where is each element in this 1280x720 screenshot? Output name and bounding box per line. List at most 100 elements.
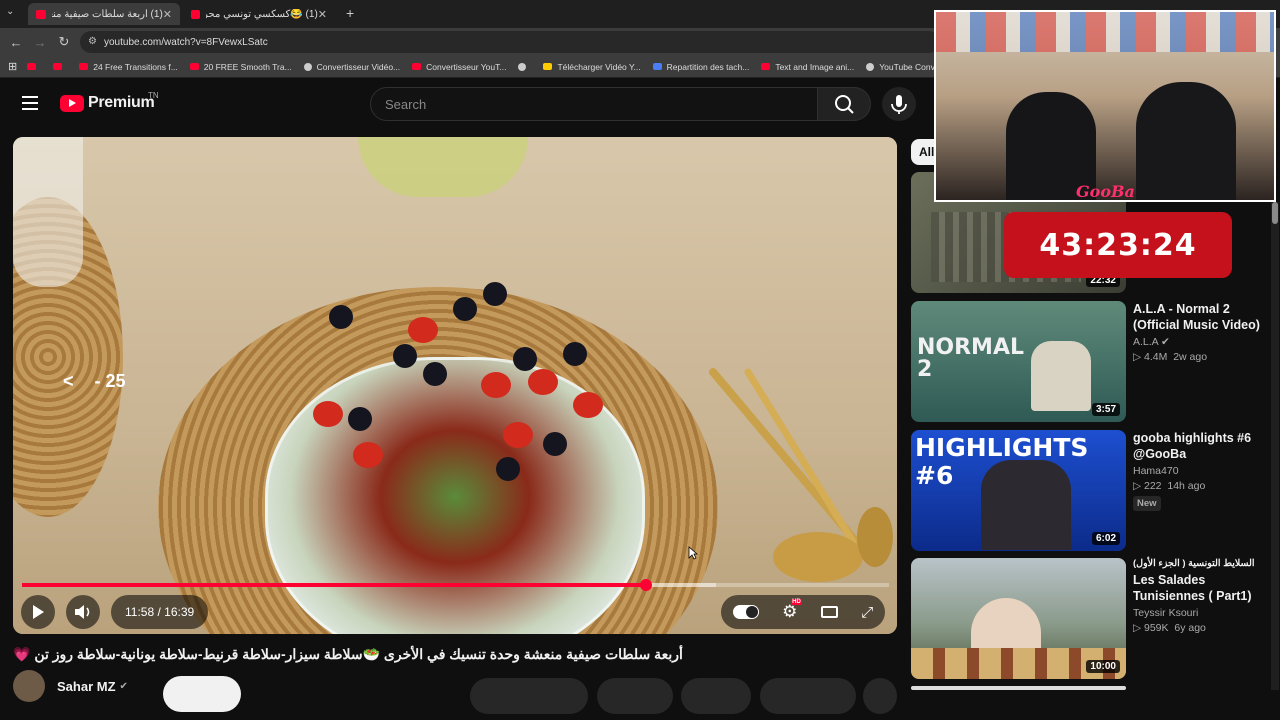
autoplay-toggle-icon[interactable]: [732, 605, 759, 619]
sidebar-scrollbar[interactable]: [1271, 202, 1279, 690]
new-badge: New: [1133, 496, 1161, 511]
time-display: 11:58 / 16:39: [111, 595, 209, 629]
volume-icon: [75, 605, 90, 619]
bookmark-item[interactable]: Télécharger Vidéo Y...: [543, 61, 641, 72]
bookmark-item[interactable]: Convertisseur YouT...: [412, 62, 506, 72]
recommendation-channel[interactable]: A.L.A ✔: [1133, 336, 1269, 348]
youtube-icon: [79, 63, 89, 70]
olive: [543, 432, 567, 456]
search-input[interactable]: Search: [370, 87, 818, 121]
reload-icon[interactable]: ↻: [52, 34, 76, 50]
forward-arrow-icon[interactable]: →: [28, 35, 52, 50]
youtube-premium-logo[interactable]: Premium TN: [60, 91, 159, 112]
tab-inactive[interactable]: (1) 😂كسكسي تونسي محرحر بالـ ✕: [183, 3, 335, 25]
scrollbar-thumb[interactable]: [1272, 202, 1278, 224]
video-thumbnail[interactable]: HIGHLIGHTS #6 6:02: [911, 430, 1126, 551]
bookmark-item[interactable]: [518, 62, 531, 71]
tab-title: (1) أربعة سلطات صيفية منعشة: [52, 8, 163, 20]
youtube-favicon-icon: [36, 9, 47, 19]
youtube-header: Premium TN Search: [0, 78, 920, 134]
olive: [513, 347, 537, 371]
olive: [393, 344, 417, 368]
view-count: 222: [1144, 480, 1162, 492]
bookmark-item[interactable]: 20 FREE Smooth Tra...: [189, 61, 292, 72]
globe-icon: [303, 62, 312, 71]
olive: [496, 457, 520, 481]
logo-text: Premium: [88, 94, 155, 111]
bookmark-youtube[interactable]: [53, 63, 67, 70]
duration-badge: 3:57: [1091, 403, 1120, 416]
artist-figure: [1031, 341, 1091, 411]
fullscreen-icon[interactable]: ⤢: [861, 604, 873, 621]
share-button[interactable]: [597, 678, 673, 714]
recommendation-item[interactable]: 10:00 السلايط التونسية ( الجزء الأول) Le…: [911, 558, 1271, 680]
video-thumbnail[interactable]: 10:00: [911, 558, 1126, 679]
played-bar: [22, 583, 647, 587]
theater-mode-icon[interactable]: [820, 606, 838, 618]
country-code: TN: [148, 91, 159, 100]
more-actions-button[interactable]: [863, 678, 897, 714]
bookmark-item[interactable]: Convertisseur Vidéo...: [303, 62, 400, 72]
tomato: [573, 392, 603, 418]
channel-label: A.L.A: [1133, 336, 1159, 348]
bookmark-item[interactable]: Repartition des tach...: [652, 61, 750, 72]
channel-avatar[interactable]: [13, 670, 45, 702]
volume-button[interactable]: [66, 595, 100, 629]
recommendation-channel[interactable]: Hama470: [1133, 465, 1269, 477]
settings-gear-icon[interactable]: ⚙ HD: [782, 599, 802, 622]
play-button[interactable]: [21, 595, 55, 629]
recommendation-title[interactable]: gooba highlights #6 @GooBa: [1133, 430, 1269, 462]
youtube-icon: [27, 63, 37, 70]
site-info-icon[interactable]: ⚙: [88, 36, 97, 47]
recommendation-title[interactable]: Les Salades Tunisiennes ( Part1): [1133, 572, 1269, 604]
bookmark-item[interactable]: Text and Image ani...: [761, 62, 854, 72]
tab-active[interactable]: (1) أربعة سلطات صيفية منعشة ✕: [28, 3, 180, 25]
video-thumbnail[interactable]: NORMAL 2 3:57: [911, 301, 1126, 422]
bookmark-label: Repartition des tach...: [666, 61, 750, 72]
view-count: 4.4M: [1144, 351, 1168, 363]
tab-search-icon[interactable]: ⌄: [6, 6, 14, 17]
close-icon[interactable]: ✕: [163, 8, 172, 21]
thumbnail-title-text: NORMAL 2: [917, 335, 1024, 382]
bookmark-label: 20 FREE Smooth Tra...: [203, 61, 292, 72]
microphone-icon: [891, 95, 907, 114]
back-arrow-icon[interactable]: ←: [4, 35, 28, 50]
channel-name[interactable]: Sahar MZ: [57, 679, 116, 694]
like-dislike-button[interactable]: [470, 678, 588, 714]
save-button[interactable]: [681, 678, 751, 714]
progress-bar[interactable]: [22, 579, 889, 591]
room-flags: [936, 12, 1274, 52]
recommendation-title[interactable]: A.L.A - Normal 2 (Official Music Video): [1133, 301, 1269, 333]
recommendation-channel[interactable]: Teyssir Ksouri: [1133, 607, 1269, 619]
stream-timer: 43:23:24: [1004, 212, 1232, 278]
bookmark-label: 24 Free Transitions f...: [93, 61, 178, 72]
duration-badge: 6:02: [1091, 532, 1120, 545]
video-player[interactable]: < - 25 11:58 / 16:39 ⚙ HD ⤢: [13, 137, 897, 634]
olive: [453, 297, 477, 321]
bookmark-label: Télécharger Vidéo Y...: [557, 61, 641, 72]
verified-icon: ✔: [1161, 336, 1170, 348]
new-tab-button[interactable]: +: [346, 5, 354, 21]
bookmark-youtube[interactable]: [27, 63, 41, 70]
url-field[interactable]: ⚙ youtube.com/watch?v=8FVewxLSatc: [80, 31, 940, 53]
recommendation-item[interactable]: NORMAL 2 3:57 A.L.A - Normal 2 (Official…: [911, 301, 1271, 423]
upload-age: 14h ago: [1167, 480, 1206, 492]
subscribe-button[interactable]: [163, 676, 241, 712]
olive: [483, 282, 507, 306]
menu-hamburger-icon[interactable]: [22, 96, 38, 110]
voice-search-button[interactable]: [882, 87, 916, 121]
apps-grid-icon[interactable]: ⊞: [8, 60, 17, 73]
search-button[interactable]: [817, 87, 871, 121]
youtube-favicon-icon: [191, 9, 201, 19]
bookmark-item[interactable]: 24 Free Transitions f...: [79, 62, 178, 72]
recommendation-meta: ▷ 222 14h ago: [1133, 480, 1206, 492]
channel-row: Sahar MZ ✔: [13, 670, 128, 702]
olive: [348, 407, 372, 431]
search-icon: [835, 95, 854, 114]
tomato: [408, 317, 438, 343]
download-button[interactable]: [760, 678, 856, 714]
recommendation-meta: ▷ 4.4M 2w ago: [1133, 351, 1208, 363]
recommendation-item[interactable]: HIGHLIGHTS #6 6:02 gooba highlights #6 @…: [911, 430, 1271, 552]
close-icon[interactable]: ✕: [318, 8, 327, 21]
recommendation-title-arabic[interactable]: السلايط التونسية ( الجزء الأول): [1133, 558, 1269, 569]
